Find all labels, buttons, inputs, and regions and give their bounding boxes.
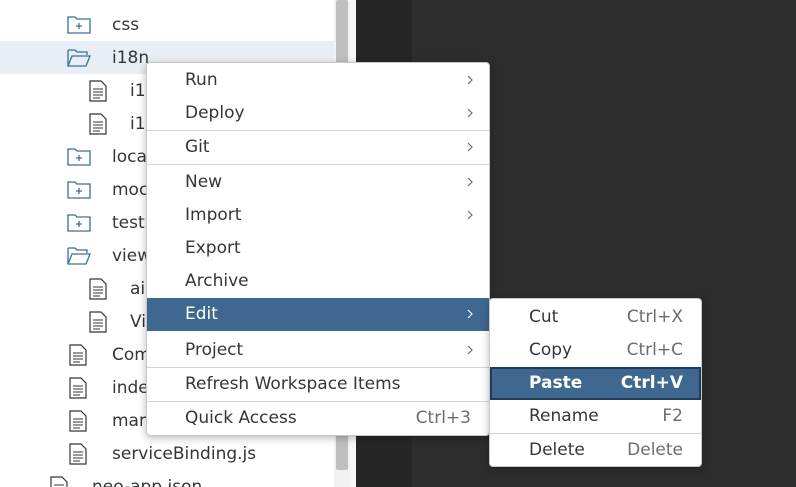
tree-item-file[interactable]: serviceBinding.js bbox=[0, 437, 334, 470]
tree-item-label: neo-app.json bbox=[92, 477, 203, 487]
shortcut-label: Ctrl+3 bbox=[415, 408, 471, 428]
folder-plus-icon bbox=[67, 181, 91, 199]
menu-item-project[interactable]: Project bbox=[147, 334, 489, 367]
file-icon bbox=[89, 278, 107, 300]
tree-item-label: i1 bbox=[130, 114, 146, 134]
tree-item-label: test bbox=[112, 213, 145, 233]
menu-item-deploy[interactable]: Deploy bbox=[147, 97, 489, 130]
file-icon bbox=[50, 476, 68, 487]
folder-plus-icon bbox=[67, 148, 91, 166]
chevron-right-icon bbox=[467, 309, 473, 319]
tree-item-label: i1 bbox=[130, 81, 146, 101]
menu-item-edit[interactable]: Edit bbox=[147, 298, 489, 331]
tree-item-label: man bbox=[112, 411, 150, 431]
menu-item-git[interactable]: Git bbox=[147, 131, 489, 164]
folder-plus-icon bbox=[67, 16, 91, 34]
tree-item-css[interactable]: css bbox=[0, 8, 334, 41]
menu-item-paste[interactable]: Paste Ctrl+V bbox=[490, 367, 701, 400]
file-icon bbox=[69, 344, 87, 366]
menu-item-delete[interactable]: Delete Delete bbox=[490, 434, 701, 466]
menu-item-run[interactable]: Run bbox=[147, 64, 489, 97]
folder-plus-icon bbox=[67, 214, 91, 232]
tree-item-label: moc bbox=[112, 180, 149, 200]
tree-item-label: Vi bbox=[130, 312, 146, 332]
shortcut-label: F2 bbox=[662, 406, 683, 426]
tree-item-label: serviceBinding.js bbox=[112, 444, 257, 464]
chevron-right-icon bbox=[467, 210, 473, 220]
shortcut-label: Ctrl+C bbox=[626, 340, 683, 360]
menu-item-new[interactable]: New bbox=[147, 166, 489, 199]
chevron-right-icon bbox=[467, 108, 473, 118]
menu-item-quick-access[interactable]: Quick Access Ctrl+3 bbox=[147, 402, 489, 435]
menu-item-rename[interactable]: Rename F2 bbox=[490, 400, 701, 433]
file-icon bbox=[69, 377, 87, 399]
folder-open-icon bbox=[67, 49, 91, 67]
tree-item-label: loca bbox=[112, 147, 147, 167]
shortcut-label: Delete bbox=[627, 440, 683, 460]
folder-open-icon bbox=[67, 247, 91, 265]
menu-item-cut[interactable]: Cut Ctrl+X bbox=[490, 301, 701, 334]
menu-item-copy[interactable]: Copy Ctrl+C bbox=[490, 334, 701, 367]
file-icon bbox=[89, 113, 107, 135]
file-icon bbox=[89, 311, 107, 333]
menu-separator bbox=[147, 164, 489, 165]
chevron-right-icon bbox=[467, 142, 473, 152]
chevron-right-icon bbox=[467, 345, 473, 355]
chevron-right-icon bbox=[467, 75, 473, 85]
file-icon bbox=[89, 80, 107, 102]
edit-submenu: Cut Ctrl+X Copy Ctrl+C Paste Ctrl+V Rena… bbox=[489, 298, 702, 467]
menu-item-import[interactable]: Import bbox=[147, 199, 489, 232]
tree-item-file[interactable]: neo-app.json bbox=[0, 470, 334, 487]
tree-item-label: i18n bbox=[112, 48, 150, 68]
menu-item-refresh-workspace[interactable]: Refresh Workspace Items bbox=[147, 368, 489, 401]
file-icon bbox=[69, 410, 87, 432]
tree-item-label: css bbox=[112, 15, 140, 35]
context-menu: Run Deploy Git New Import Export Archive… bbox=[146, 62, 490, 436]
tree-item-label: ai bbox=[130, 279, 146, 299]
file-icon bbox=[69, 443, 87, 465]
shortcut-label: Ctrl+X bbox=[626, 307, 683, 327]
chevron-right-icon bbox=[467, 177, 473, 187]
tree-item-label: inde bbox=[112, 378, 149, 398]
menu-item-archive[interactable]: Archive bbox=[147, 265, 489, 298]
shortcut-label: Ctrl+V bbox=[620, 373, 683, 393]
menu-item-export[interactable]: Export bbox=[147, 232, 489, 265]
